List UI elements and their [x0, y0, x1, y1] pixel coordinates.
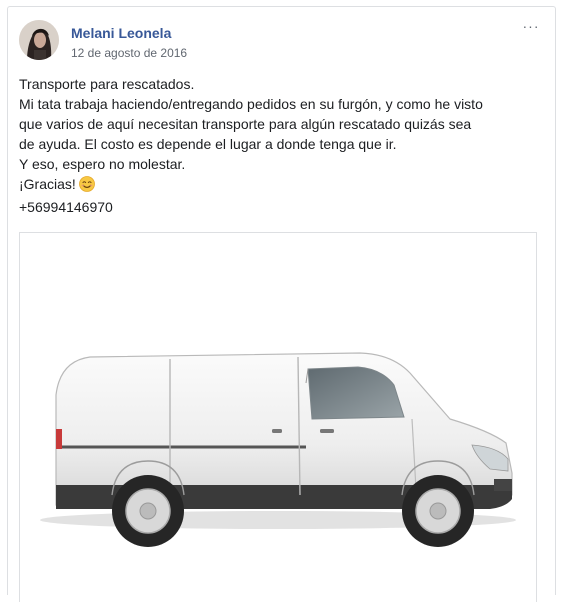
post-card: Melani Leonela 12 de agosto de 2016 ··· … — [7, 6, 556, 602]
post-text-line: de ayuda. El costo es depende el lugar a… — [19, 136, 397, 152]
phone-number: +56994146970 — [19, 199, 113, 215]
author-name-link[interactable]: Melani Leonela — [71, 25, 171, 41]
profile-photo — [19, 20, 59, 60]
post-text-line: Transporte para rescatados. — [19, 76, 195, 92]
avatar[interactable] — [19, 20, 59, 60]
more-options-icon[interactable]: ··· — [521, 19, 541, 33]
smiling-face-icon — [78, 176, 95, 197]
post-text-line: Mi tata trabaja haciendo/entregando pedi… — [19, 96, 483, 112]
post-text-line: que varios de aquí necesitan transporte … — [19, 116, 472, 132]
post-text-line: Y eso, espero no molestar. — [19, 156, 186, 172]
thanks-text: ¡Gracias! — [19, 176, 76, 192]
post-photo[interactable] — [19, 232, 537, 602]
post-timestamp[interactable]: 12 de agosto de 2016 — [71, 46, 187, 60]
white-van-image — [40, 352, 516, 547]
post-text: Transporte para rescatados. Mi tata trab… — [19, 74, 544, 217]
post-text-line-thanks: ¡Gracias! — [19, 174, 544, 197]
